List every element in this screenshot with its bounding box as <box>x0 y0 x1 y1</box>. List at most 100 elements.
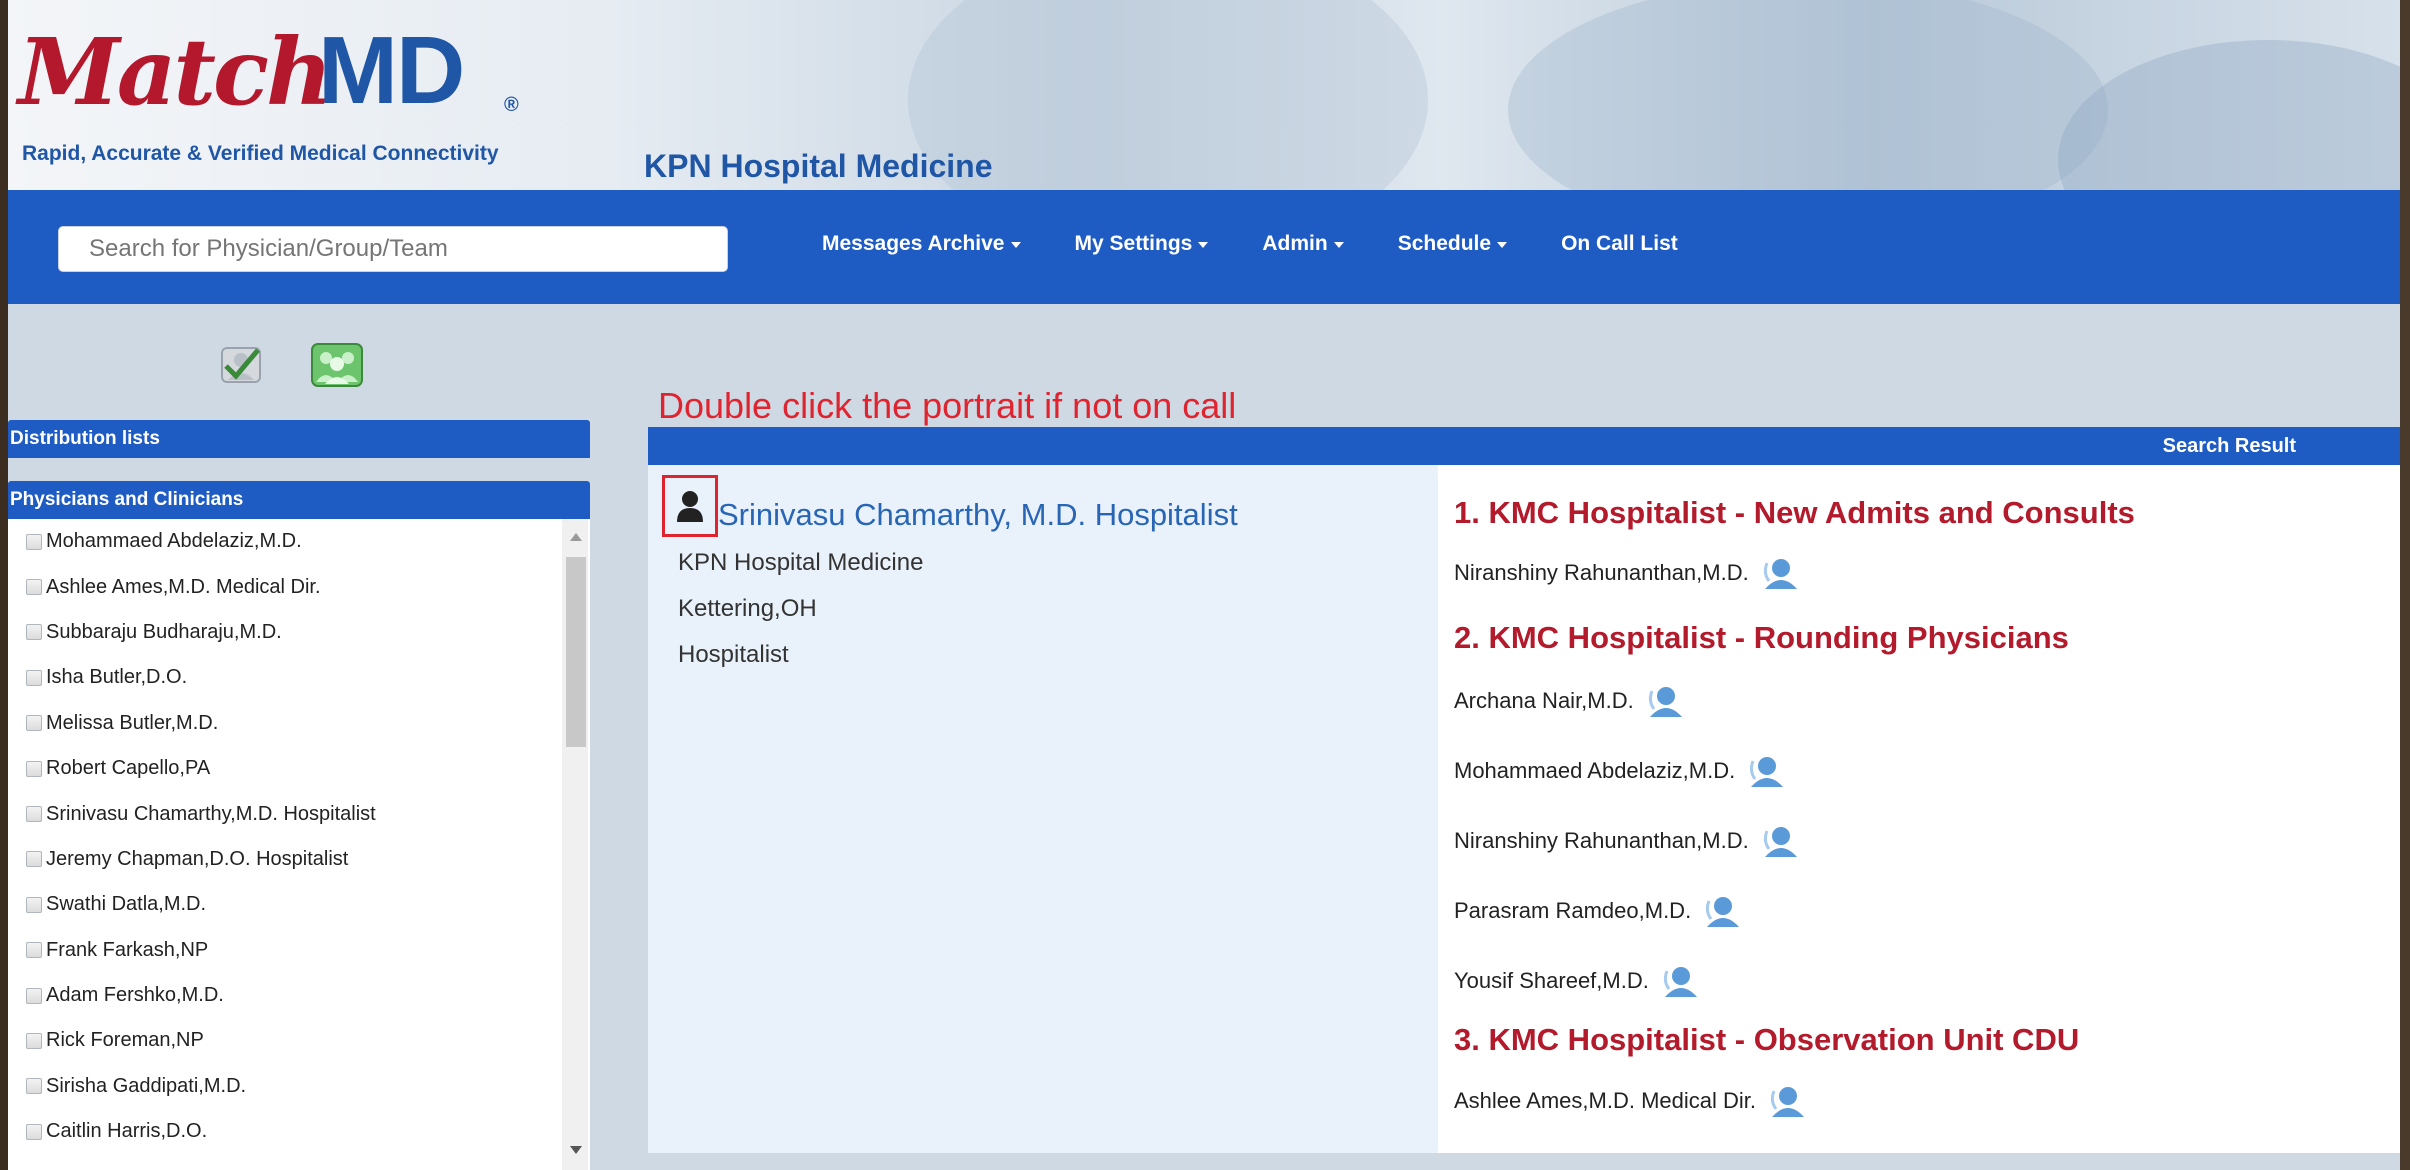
logo-match-text: Match <box>18 18 333 126</box>
list-item[interactable]: Rick Foreman,NP <box>8 1018 590 1063</box>
contact-icon[interactable] <box>1747 753 1787 789</box>
chevron-down-icon <box>1010 242 1021 248</box>
list-item[interactable]: Subbaraju Budharaju,M.D. <box>8 610 590 655</box>
chevron-down-icon <box>1333 242 1344 248</box>
checkbox[interactable] <box>26 715 42 732</box>
nav-label: Admin <box>1262 232 1328 255</box>
search-result-panel: Srinivasu Chamarthy, M.D. Hospitalist KP… <box>648 465 2400 1153</box>
person-icon <box>677 491 703 522</box>
list-item[interactable]: Sirisha Gaddipati,M.D. <box>8 1064 590 1109</box>
contact-icon[interactable] <box>1761 555 1801 591</box>
scrollbar[interactable] <box>562 519 588 1170</box>
group-title: 1. KMC Hospitalist - New Admits and Cons… <box>1454 495 2135 530</box>
nav-label: Schedule <box>1397 232 1492 255</box>
list-item[interactable]: Robert Capello,PA <box>8 746 590 791</box>
group-member[interactable]: Mohammaed Abdelaziz,M.D. <box>1454 753 1787 789</box>
physician-name: Frank Farkash,NP <box>46 938 209 961</box>
nav-bar: Messages Archive My Settings Admin Sched… <box>8 190 2400 304</box>
logo-registered-mark: ® <box>504 94 519 116</box>
checkbox[interactable] <box>26 533 42 550</box>
header-background-art <box>2058 40 2400 190</box>
checkbox[interactable] <box>26 896 42 913</box>
group-title: 3. KMC Hospitalist - Observation Unit CD… <box>1454 1022 2080 1057</box>
nav-on-call-list[interactable]: On Call List <box>1561 232 1678 256</box>
physician-search-input[interactable] <box>58 226 728 272</box>
physician-profile: Srinivasu Chamarthy, M.D. Hospitalist KP… <box>648 465 1438 1153</box>
group-member[interactable]: Parasram Ramdeo,M.D. <box>1454 893 1743 929</box>
nav-admin[interactable]: Admin <box>1262 232 1344 256</box>
physician-name: Isha Butler,D.O. <box>46 666 188 689</box>
profile-name[interactable]: Srinivasu Chamarthy, M.D. Hospitalist <box>718 497 1238 533</box>
contact-icon[interactable] <box>1646 683 1686 719</box>
checkbox[interactable] <box>26 624 42 641</box>
check-user-icon[interactable] <box>212 340 270 390</box>
physician-name: Mohammaed Abdelaziz,M.D. <box>46 530 302 553</box>
logo-md-text: MD <box>318 17 465 124</box>
nav-label: On Call List <box>1561 232 1678 255</box>
group-member[interactable]: Niranshiny Rahunanthan,M.D. <box>1454 823 1801 859</box>
physician-name: Adam Fershko,M.D. <box>46 984 224 1007</box>
nav-menu: Messages Archive My Settings Admin Sched… <box>822 232 1732 256</box>
list-item[interactable]: Srinivasu Chamarthy,M.D. Hospitalist <box>8 791 590 836</box>
profile-role: Hospitalist <box>678 641 789 668</box>
physician-name: Sirisha Gaddipati,M.D. <box>46 1074 247 1097</box>
nav-schedule[interactable]: Schedule <box>1397 232 1508 256</box>
list-item[interactable]: Isha Butler,D.O. <box>8 655 590 700</box>
checkbox[interactable] <box>26 851 42 868</box>
search-result-header: Search Result <box>648 427 2400 465</box>
search-result-label: Search Result <box>2162 435 2296 457</box>
profile-department: KPN Hospital Medicine <box>678 549 924 576</box>
app-header: Match MD ® Rapid, Accurate & Verified Me… <box>8 0 2400 190</box>
list-item[interactable]: Ashlee Ames,M.D. Medical Dir. <box>8 564 590 609</box>
physicians-header[interactable]: Physicians and Clinicians <box>8 481 590 519</box>
group-member[interactable]: Ashlee Ames,M.D. Medical Dir. <box>1454 1083 1808 1119</box>
group-member[interactable]: Yousif Shareef,M.D. <box>1454 963 1701 999</box>
profile-location: Kettering,OH <box>678 595 817 622</box>
list-item[interactable]: Melissa Butler,M.D. <box>8 701 590 746</box>
checkbox[interactable] <box>26 669 42 686</box>
checkbox[interactable] <box>26 760 42 777</box>
portrait-button[interactable] <box>662 475 718 537</box>
contact-icon[interactable] <box>1661 963 1701 999</box>
list-item[interactable]: Caitlin Harris,D.O. <box>8 1109 590 1154</box>
checkbox[interactable] <box>26 942 42 959</box>
matchmd-logo[interactable]: Match MD ® <box>18 14 538 126</box>
contact-icon[interactable] <box>1768 1083 1808 1119</box>
member-name: Yousif Shareef,M.D. <box>1454 968 1649 993</box>
checkbox[interactable] <box>26 1078 42 1095</box>
nav-label: Messages Archive <box>822 232 1005 255</box>
physician-name: Swathi Datla,M.D. <box>46 893 207 916</box>
group-users-icon[interactable] <box>308 340 366 390</box>
checkbox[interactable] <box>26 579 42 596</box>
group-member[interactable]: Niranshiny Rahunanthan,M.D. <box>1454 555 1801 591</box>
physician-list[interactable]: Mohammaed Abdelaziz,M.D. Ashlee Ames,M.D… <box>8 519 590 1170</box>
group-title: 2. KMC Hospitalist - Rounding Physicians <box>1454 620 2069 655</box>
scroll-up-icon[interactable] <box>570 533 582 541</box>
physician-name: Srinivasu Chamarthy,M.D. Hospitalist <box>46 802 376 825</box>
member-name: Archana Nair,M.D. <box>1454 688 1634 713</box>
list-item[interactable]: Mohammaed Abdelaziz,M.D. <box>8 519 590 564</box>
checkbox[interactable] <box>26 1032 42 1049</box>
physician-name: Robert Capello,PA <box>46 757 211 780</box>
checkbox[interactable] <box>26 1123 42 1140</box>
scroll-down-icon[interactable] <box>570 1146 582 1154</box>
sidebar-tools <box>212 340 366 390</box>
physician-name: Rick Foreman,NP <box>46 1029 204 1052</box>
checkbox[interactable] <box>26 987 42 1004</box>
distribution-lists-header[interactable]: Distribution lists <box>8 420 590 458</box>
physician-name: Subbaraju Budharaju,M.D. <box>46 620 282 643</box>
contact-icon[interactable] <box>1703 893 1743 929</box>
list-item[interactable]: Frank Farkash,NP <box>8 928 590 973</box>
list-item[interactable]: Swathi Datla,M.D. <box>8 882 590 927</box>
group-member[interactable]: Archana Nair,M.D. <box>1454 683 1686 719</box>
list-item[interactable]: Adam Fershko,M.D. <box>8 973 590 1018</box>
nav-messages-archive[interactable]: Messages Archive <box>822 232 1021 256</box>
chevron-down-icon <box>1198 242 1209 248</box>
contact-icon[interactable] <box>1761 823 1801 859</box>
list-item[interactable]: Jeremy Chapman,D.O. Hospitalist <box>8 837 590 882</box>
checkbox[interactable] <box>26 806 42 823</box>
physician-name: Melissa Butler,M.D. <box>46 711 219 734</box>
tagline: Rapid, Accurate & Verified Medical Conne… <box>22 142 499 165</box>
nav-my-settings[interactable]: My Settings <box>1075 232 1209 256</box>
scroll-thumb[interactable] <box>566 557 586 747</box>
